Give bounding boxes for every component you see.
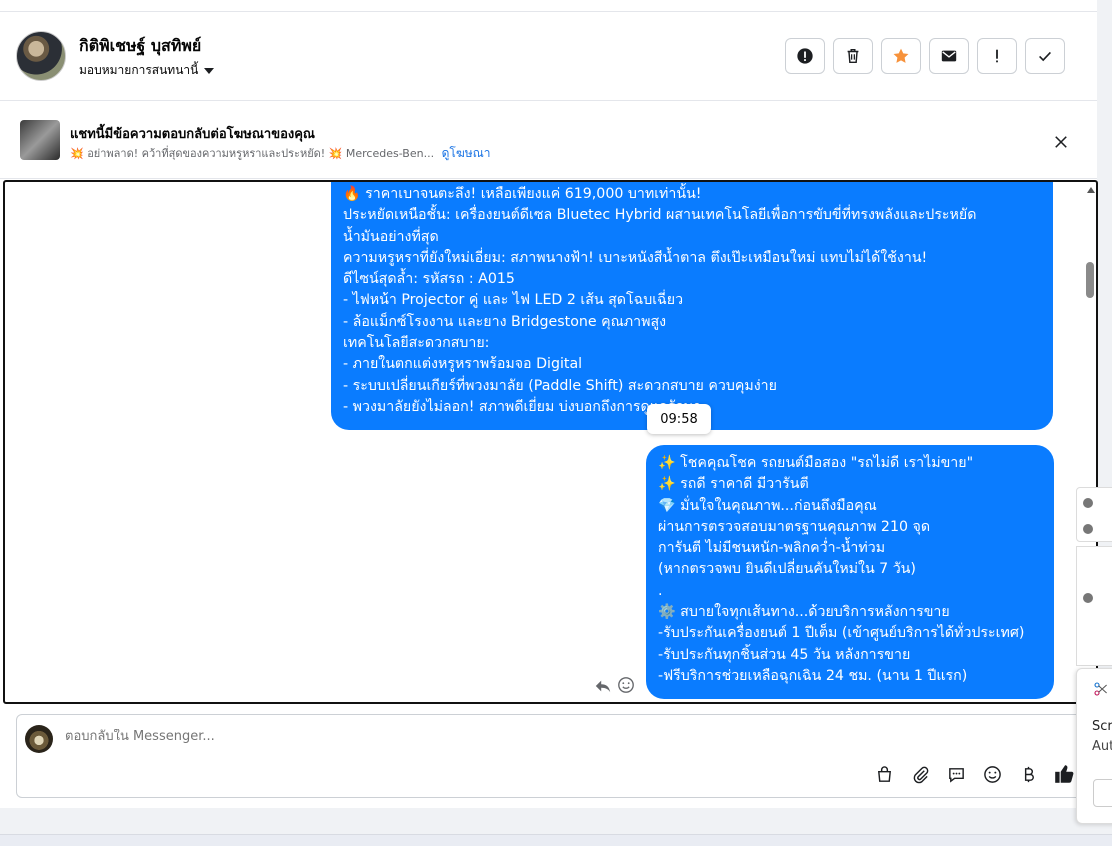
popup-button[interactable] [1093,779,1112,807]
ad-banner-subtitle: 💥 อย่าพลาด! คว้าที่สุดของความหรูหราและปร… [70,144,491,163]
close-banner-button[interactable] [1050,131,1072,153]
caret-down-icon [204,67,215,74]
timestamp-tooltip: 09:58 [647,404,711,434]
scissors-icon [1094,682,1107,696]
conversation-header: กิติพิเชษฐ์ บุสทิพย์ มอบหมายการสนทนานี้ [0,12,1097,101]
avatar [1083,593,1093,603]
close-icon [1055,136,1067,148]
scrollbar-thumb[interactable] [1086,262,1094,298]
saved-replies-button[interactable] [945,763,967,785]
like-button[interactable] [1053,763,1075,785]
speech-bubble-icon [948,767,964,783]
check-icon [1039,51,1051,62]
message-bubble[interactable]: ✨ โชคคุณโชค รถยนต์มือสอง "รถไม่ดี เราไม่… [646,445,1054,699]
taskbar [0,834,1112,846]
star-button[interactable] [881,38,921,74]
inbox-frame: กิติพิเชษฐ์ บุสทิพย์ มอบหมายการสนทนานี้ [0,0,1098,808]
notification-preview[interactable] [1076,487,1112,542]
mark-done-button[interactable] [1025,38,1065,74]
view-ad-link[interactable]: ดูโฆษณา [442,146,491,160]
avatar [1083,498,1093,508]
shop-button[interactable] [873,763,895,785]
popup-title: Scre [1092,719,1112,734]
header-actions [785,38,1065,74]
assign-dropdown[interactable]: มอบหมายการสนทนานี้ [79,61,215,80]
react-button[interactable] [617,676,635,698]
emoji-button[interactable] [981,763,1003,785]
reply-arrow-icon [595,680,611,693]
message-bubble[interactable]: 🔥 ราคาเบาจนตะลึง! เหลือเพียงแค่ 619,000 … [331,182,1053,430]
avatar[interactable] [16,31,66,81]
scroll-up-arrow-icon[interactable] [1087,187,1095,193]
thumbs-up-icon [1055,765,1074,783]
mark-unread-button[interactable] [929,38,969,74]
exclamation-circle-icon [797,48,813,64]
envelope-icon [941,50,957,62]
message-thread[interactable]: 🔥 ราคาเบาจนตะลึง! เหลือเพียงแค่ 619,000 … [3,180,1098,704]
reply-button[interactable] [594,677,612,699]
reply-input[interactable] [65,729,765,744]
follow-up-button[interactable] [977,38,1017,74]
composer-tools [873,763,1075,785]
top-divider [0,0,1097,12]
avatar [1083,524,1093,534]
assign-label: มอบหมายการสนทนานี้ [79,63,199,77]
popup-text: Aut [1092,739,1112,754]
bag-icon [877,765,891,782]
trash-icon [847,48,859,64]
notification-preview[interactable] [1076,546,1112,666]
baht-icon [1024,766,1034,782]
star-icon [893,48,909,63]
delete-button[interactable] [833,38,873,74]
screenshot-popup[interactable]: Scre Aut [1076,668,1112,824]
contact-name[interactable]: กิติพิเชษฐ์ บุสทิพย์ [79,34,201,59]
page-avatar [25,725,53,753]
ad-reply-banner: แชทนี้มีข้อความตอบกลับต่อโฆษณาของคุณ 💥 อ… [0,101,1097,179]
ad-text: 💥 อย่าพลาด! คว้าที่สุดของความหรูหราและปร… [70,147,435,160]
ad-banner-title: แชทนี้มีข้อความตอบกลับต่อโฆษณาของคุณ [70,127,315,142]
ad-thumbnail[interactable] [20,120,60,160]
payment-button[interactable] [1017,763,1039,785]
attach-button[interactable] [909,763,931,785]
smiley-icon [983,765,1001,783]
exclamation-icon [996,49,998,63]
smiley-icon [618,677,634,693]
reply-composer [16,714,1086,798]
paperclip-icon [913,766,928,783]
mark-spam-button[interactable] [785,38,825,74]
